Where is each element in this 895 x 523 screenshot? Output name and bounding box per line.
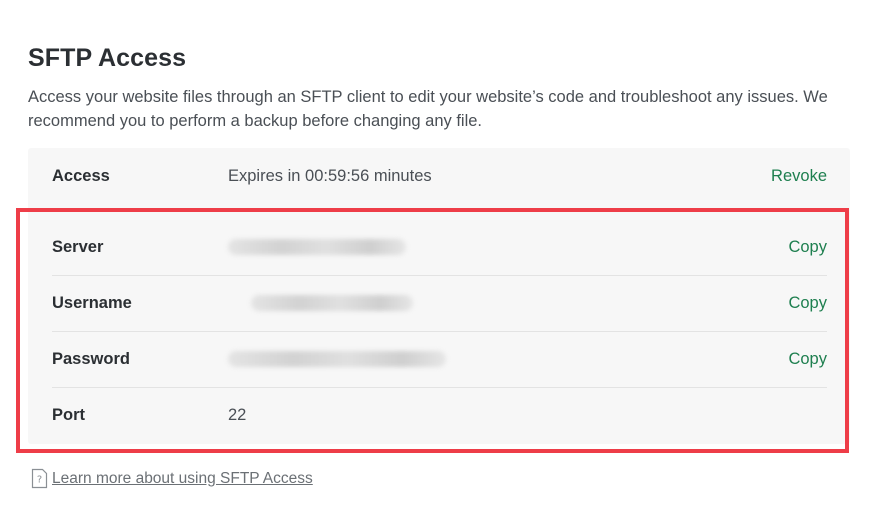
page-title: SFTP Access [28, 44, 187, 72]
access-row: Access Expires in 00:59:56 minutes Revok… [52, 148, 827, 204]
help-link-container[interactable]: ? Learn more about using SFTP Access [31, 468, 313, 489]
password-row: Password Copy [52, 331, 827, 388]
copy-username-button[interactable]: Copy [788, 294, 827, 313]
svg-text:?: ? [37, 475, 42, 486]
sftp-credentials-card: Access Expires in 00:59:56 minutes Revok… [28, 148, 850, 444]
copy-server-button[interactable]: Copy [788, 238, 827, 257]
copy-password-button[interactable]: Copy [788, 350, 827, 369]
revoke-button[interactable]: Revoke [771, 167, 827, 186]
port-value: 22 [228, 405, 247, 424]
password-value-redacted [228, 351, 446, 367]
server-value-redacted [228, 239, 406, 255]
learn-more-link[interactable]: Learn more about using SFTP Access [52, 470, 313, 488]
access-label: Access [52, 166, 110, 185]
server-row: Server Copy [52, 219, 827, 276]
section-description: Access your website files through an SFT… [28, 88, 828, 130]
password-label: Password [52, 349, 130, 368]
username-value-redacted [251, 295, 413, 311]
server-label: Server [52, 237, 104, 256]
question-document-icon: ? [31, 468, 48, 489]
username-row: Username Copy [52, 275, 827, 332]
access-expiry-value: Expires in 00:59:56 minutes [228, 166, 432, 185]
port-label: Port [52, 405, 85, 424]
port-row: Port 22 [52, 387, 827, 443]
username-label: Username [52, 293, 132, 312]
